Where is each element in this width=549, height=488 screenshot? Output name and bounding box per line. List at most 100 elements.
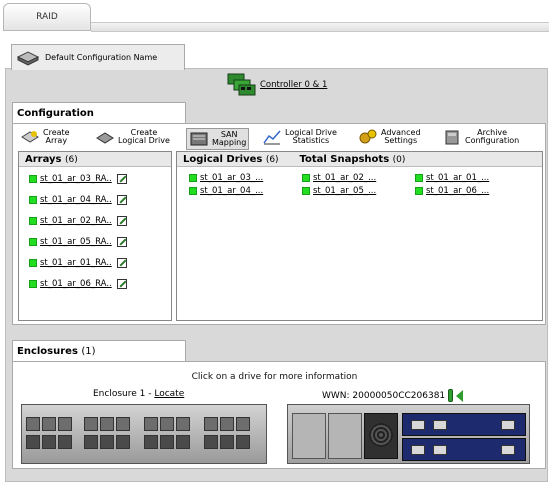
drive-slot[interactable] bbox=[220, 435, 234, 449]
edit-icon[interactable] bbox=[116, 258, 127, 268]
drive-slot[interactable] bbox=[58, 417, 72, 431]
enclosure-name: Enclosure 1 - Locate bbox=[93, 389, 184, 399]
logical-drives-title: Logical Drives bbox=[183, 154, 263, 165]
total-snapshots-count: (0) bbox=[392, 155, 406, 165]
archive-configuration-button[interactable]: Archive Configuration bbox=[442, 128, 519, 146]
edit-icon[interactable] bbox=[116, 174, 127, 184]
logical-drive-item[interactable]: st_01_ar_03_... bbox=[189, 173, 263, 183]
edit-icon[interactable] bbox=[116, 195, 127, 205]
drive-slot[interactable] bbox=[144, 435, 158, 449]
drive-slot[interactable] bbox=[176, 417, 190, 431]
drive-slot[interactable] bbox=[100, 417, 114, 431]
speaker-icon[interactable] bbox=[456, 389, 464, 402]
drive-slot[interactable] bbox=[26, 435, 40, 449]
array-item[interactable]: st_01_ar_02_RA.. bbox=[29, 216, 127, 226]
logical-drives-header: Logical Drives (6) Total Snapshots (0) bbox=[177, 152, 542, 167]
port bbox=[501, 420, 515, 430]
drive-slot[interactable] bbox=[84, 417, 98, 431]
edit-icon[interactable] bbox=[116, 279, 127, 289]
drive-slot[interactable] bbox=[176, 435, 190, 449]
arrays-title: Arrays bbox=[25, 154, 62, 165]
drive-slot[interactable] bbox=[204, 435, 218, 449]
enclosures-title: Enclosures bbox=[17, 346, 78, 357]
array-link[interactable]: st_01_ar_06_RA.. bbox=[40, 279, 112, 289]
logical-drive-link[interactable]: st_01_ar_03_... bbox=[200, 173, 263, 183]
status-indicator bbox=[29, 175, 37, 183]
controller-module[interactable] bbox=[402, 438, 526, 461]
logical-drive-item[interactable]: st_01_ar_04_... bbox=[189, 186, 263, 196]
drive-slot[interactable] bbox=[204, 417, 218, 431]
array-link[interactable]: st_01_ar_01_RA.. bbox=[40, 258, 112, 268]
drive-slot[interactable] bbox=[160, 435, 174, 449]
drive-slot[interactable] bbox=[42, 435, 56, 449]
locate-link[interactable]: Locate bbox=[154, 389, 184, 399]
controller-link[interactable]: Controller 0 & 1 bbox=[260, 80, 327, 90]
logical-drive-link[interactable]: st_01_ar_04_... bbox=[200, 186, 263, 196]
status-indicator bbox=[415, 174, 423, 182]
san-mapping-label-2: Mapping bbox=[212, 138, 247, 147]
statistics-icon bbox=[262, 128, 282, 146]
drive-slot[interactable] bbox=[220, 417, 234, 431]
logical-drive-link[interactable]: st_01_ar_05_... bbox=[313, 186, 376, 196]
logical-drive-link[interactable]: st_01_ar_01_... bbox=[426, 173, 489, 183]
logical-drives-count: (6) bbox=[265, 155, 279, 165]
drive-slot[interactable] bbox=[58, 435, 72, 449]
array-link[interactable]: st_01_ar_04_RA.. bbox=[40, 195, 112, 205]
array-item[interactable]: st_01_ar_05_RA.. bbox=[29, 237, 127, 247]
logical-drive-item[interactable]: st_01_ar_02_... bbox=[302, 173, 376, 183]
controller-link-group[interactable]: Controller 0 & 1 bbox=[226, 72, 327, 98]
logical-drive-item[interactable]: st_01_ar_01_... bbox=[415, 173, 489, 183]
array-item[interactable]: st_01_ar_03_RA.. bbox=[29, 174, 127, 184]
advanced-settings-button[interactable]: Advanced Settings bbox=[358, 128, 421, 146]
enclosure-info-text: Click on a drive for more information bbox=[191, 372, 358, 382]
array-item[interactable]: st_01_ar_06_RA.. bbox=[29, 279, 127, 289]
status-indicator bbox=[29, 196, 37, 204]
status-indicator bbox=[29, 217, 37, 225]
array-item[interactable]: st_01_ar_01_RA.. bbox=[29, 258, 127, 268]
drive-slot[interactable] bbox=[144, 417, 158, 431]
create-logical-drive-label-2: Logical Drive bbox=[118, 136, 170, 145]
create-array-label-2: Array bbox=[45, 136, 68, 145]
create-logical-drive-button[interactable]: Create Logical Drive bbox=[95, 128, 170, 146]
create-array-button[interactable]: Create Array bbox=[20, 128, 70, 146]
status-indicator bbox=[29, 259, 37, 267]
edit-icon[interactable] bbox=[116, 237, 127, 247]
power-supply[interactable] bbox=[292, 413, 326, 459]
array-link[interactable]: st_01_ar_05_RA.. bbox=[40, 237, 112, 247]
drive-slot[interactable] bbox=[26, 417, 40, 431]
raid-tab[interactable]: RAID bbox=[3, 3, 91, 31]
configuration-name-tab[interactable]: Default Configuration Name bbox=[11, 44, 185, 70]
enclosure-rear-view bbox=[287, 404, 530, 464]
logical-drive-statistics-button[interactable]: Logical Drive Statistics bbox=[262, 128, 337, 146]
power-supply[interactable] bbox=[328, 413, 362, 459]
tab-strip-line bbox=[91, 22, 549, 32]
configuration-name-label: Default Configuration Name bbox=[45, 53, 158, 62]
status-indicator bbox=[302, 187, 310, 195]
create-array-icon bbox=[20, 128, 40, 146]
drive-slot[interactable] bbox=[84, 435, 98, 449]
drive-slot[interactable] bbox=[42, 417, 56, 431]
logical-drive-link[interactable]: st_01_ar_02_... bbox=[313, 173, 376, 183]
logical-drive-link[interactable]: st_01_ar_06_... bbox=[426, 186, 489, 196]
logical-drive-item[interactable]: st_01_ar_06_... bbox=[415, 186, 489, 196]
array-item[interactable]: st_01_ar_04_RA.. bbox=[29, 195, 127, 205]
arrays-header: Arrays (6) bbox=[19, 152, 171, 167]
drive-slot[interactable] bbox=[160, 417, 174, 431]
san-mapping-icon bbox=[189, 130, 209, 148]
drive-slot[interactable] bbox=[236, 435, 250, 449]
drive-slot[interactable] bbox=[236, 417, 250, 431]
fan-module[interactable] bbox=[364, 413, 398, 459]
san-mapping-button[interactable]: SAN Mapping bbox=[186, 128, 250, 150]
array-link[interactable]: st_01_ar_03_RA.. bbox=[40, 174, 112, 184]
status-indicator bbox=[29, 238, 37, 246]
edit-icon[interactable] bbox=[116, 216, 127, 226]
enclosures-count: (1) bbox=[81, 346, 96, 357]
drive-slot[interactable] bbox=[116, 417, 130, 431]
enclosure-label: Enclosure 1 - bbox=[93, 389, 155, 399]
archive-label-2: Configuration bbox=[465, 136, 520, 145]
drive-slot[interactable] bbox=[100, 435, 114, 449]
drive-slot[interactable] bbox=[116, 435, 130, 449]
logical-drive-item[interactable]: st_01_ar_05_... bbox=[302, 186, 376, 196]
controller-module[interactable] bbox=[402, 413, 526, 436]
array-link[interactable]: st_01_ar_02_RA.. bbox=[40, 216, 112, 226]
